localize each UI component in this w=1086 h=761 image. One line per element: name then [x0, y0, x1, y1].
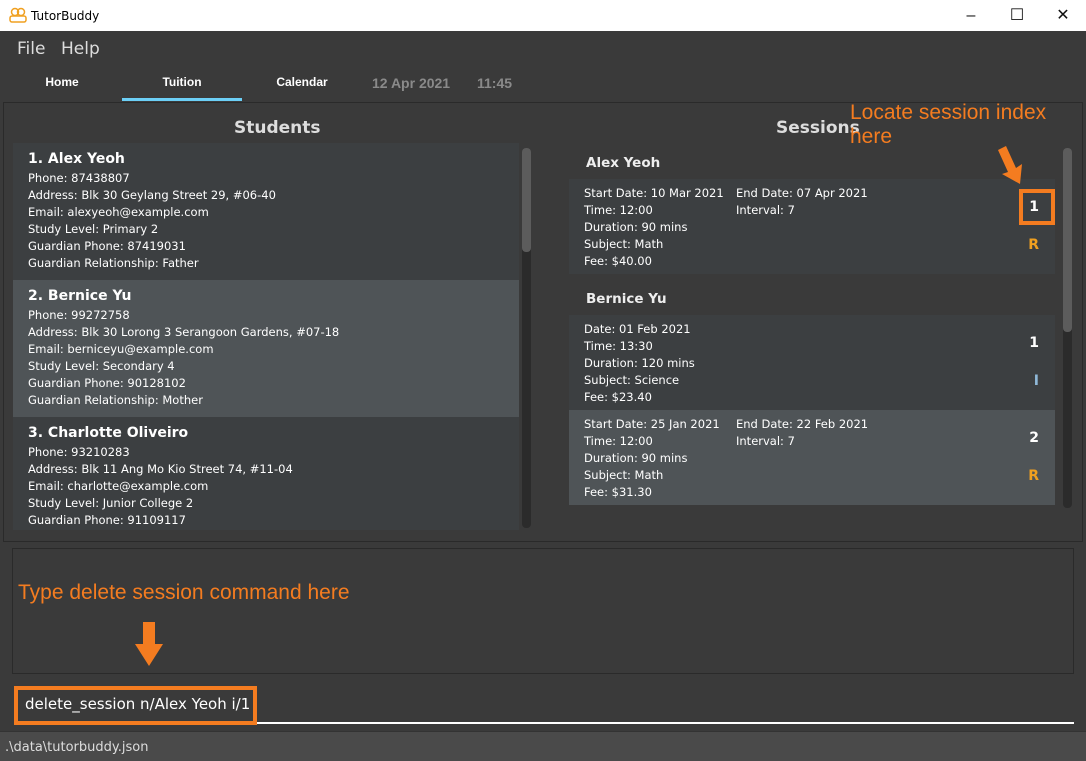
session-recurrence: End Date: 07 Apr 2021 Interval: 7 [736, 185, 868, 219]
student-detail: Phone: 93210283 [28, 445, 130, 459]
scrollbar-thumb[interactable] [1063, 148, 1072, 332]
session-recurrence: End Date: 22 Feb 2021 Interval: 7 [736, 416, 868, 450]
student-detail: Guardian Phone: 90128102 [28, 376, 186, 390]
session-detail: Subject: Math [584, 468, 664, 482]
student-card[interactable]: 3. Charlotte Oliveiro Phone: 93210283 Addr… [13, 417, 519, 530]
session-detail: Time: 13:30 [584, 339, 653, 353]
tab-calendar[interactable]: Calendar [242, 75, 362, 89]
app-logo-icon [9, 7, 27, 23]
menu-bar: File Help [0, 31, 1086, 65]
arrow-down-icon [135, 622, 163, 666]
student-name: 3. Charlotte Oliveiro [28, 425, 189, 441]
arrow-down-right-icon [998, 146, 1022, 184]
tab-tuition[interactable]: Tuition [122, 75, 242, 89]
session-detail: Subject: Science [584, 373, 680, 387]
student-card[interactable]: 1. Alex Yeoh Phone: 87438807 Address: Blk … [13, 143, 519, 280]
student-detail: Email: alexyeoh@example.com [28, 205, 209, 219]
menu-file[interactable]: File [17, 39, 45, 59]
active-tab-indicator [122, 98, 242, 101]
student-detail: Email: berniceyu@example.com [28, 342, 214, 356]
session-index: 1 [1029, 335, 1039, 351]
session-detail: Fee: $23.40 [584, 390, 652, 404]
session-list-scrollbar[interactable] [1063, 148, 1072, 508]
annotation-type-command: Type delete session command here [18, 581, 350, 604]
tab-home[interactable]: Home [2, 75, 122, 89]
student-detail: Study Level: Primary 2 [28, 222, 159, 236]
session-detail: Interval: 7 [736, 434, 795, 448]
session-detail: Date: 01 Feb 2021 [584, 322, 691, 336]
student-card[interactable]: 2. Bernice Yu Phone: 99272758 Address: Blk… [13, 280, 519, 417]
status-bar-file-path: .\data\tutorbuddy.json [0, 731, 1086, 761]
student-detail: Address: Blk 30 Geylang Street 29, #06-4… [28, 188, 276, 202]
title-bar: TutorBuddy – ☐ ✕ [0, 0, 1086, 31]
session-details: Date: 01 Feb 2021 Time: 13:30 Duration: 12… [584, 321, 1040, 406]
student-list-scrollbar[interactable] [522, 148, 531, 528]
session-type-badge: R [1028, 237, 1039, 253]
student-detail: Study Level: Secondary 4 [28, 359, 175, 373]
session-detail: Duration: 90 mins [584, 451, 688, 465]
student-detail: Guardian Phone: 87419031 [28, 239, 186, 253]
student-detail: Guardian Phone: 91109117 [28, 513, 186, 527]
session-detail: Interval: 7 [736, 203, 795, 217]
minimize-button[interactable]: – [948, 0, 994, 31]
session-card[interactable]: Start Date: 10 Mar 2021 Time: 12:00 Durati… [569, 179, 1055, 274]
menu-help[interactable]: Help [61, 39, 100, 59]
current-date: 12 Apr 2021 [372, 75, 451, 91]
student-detail: Guardian Relationship: Mother [28, 393, 203, 407]
session-detail: Duration: 120 mins [584, 356, 695, 370]
close-button[interactable]: ✕ [1040, 0, 1086, 31]
result-display [12, 548, 1074, 674]
sessions-heading: Sessions [776, 118, 860, 138]
student-name: 2. Bernice Yu [28, 288, 132, 304]
session-card[interactable]: Date: 01 Feb 2021 Time: 13:30 Duration: 12… [569, 315, 1055, 410]
session-card[interactable]: Start Date: 25 Jan 2021 Time: 12:00 Durati… [569, 410, 1055, 505]
session-detail: Subject: Math [584, 237, 664, 251]
student-detail: Study Level: Junior College 2 [28, 496, 194, 510]
student-detail: Phone: 87438807 [28, 171, 130, 185]
student-list: 1. Alex Yeoh Phone: 87438807 Address: Blk … [13, 143, 519, 530]
annotation-locate-index: Locate session index here [850, 101, 1047, 148]
student-detail: Address: Blk 30 Lorong 3 Serangoon Garde… [28, 325, 340, 339]
student-name: 1. Alex Yeoh [28, 151, 125, 167]
scrollbar-thumb[interactable] [522, 148, 531, 252]
student-detail: Email: charlotte@example.com [28, 479, 209, 493]
session-type-badge: R [1028, 468, 1039, 484]
maximize-button[interactable]: ☐ [994, 0, 1040, 31]
current-time: 11:45 [477, 75, 513, 91]
session-detail: Duration: 90 mins [584, 220, 688, 234]
student-detail: Phone: 99272758 [28, 308, 130, 322]
session-group-name: Bernice Yu [586, 291, 667, 307]
session-index: 2 [1029, 430, 1039, 446]
highlight-session-index [1019, 189, 1055, 225]
session-detail: Fee: $40.00 [584, 254, 652, 268]
student-detail: Address: Blk 11 Ang Mo Kio Street 74, #1… [28, 462, 293, 476]
session-list: Alex Yeoh Start Date: 10 Mar 2021 Time: 12… [569, 143, 1055, 509]
highlight-command-input [14, 686, 257, 725]
session-type-badge: I [1033, 373, 1039, 389]
session-detail: End Date: 22 Feb 2021 [736, 417, 869, 431]
window-title: TutorBuddy [31, 9, 100, 23]
session-detail: Fee: $31.30 [584, 485, 652, 499]
students-heading: Students [234, 118, 321, 138]
student-detail: Guardian Relationship: Father [28, 256, 199, 270]
session-detail: End Date: 07 Apr 2021 [736, 186, 868, 200]
